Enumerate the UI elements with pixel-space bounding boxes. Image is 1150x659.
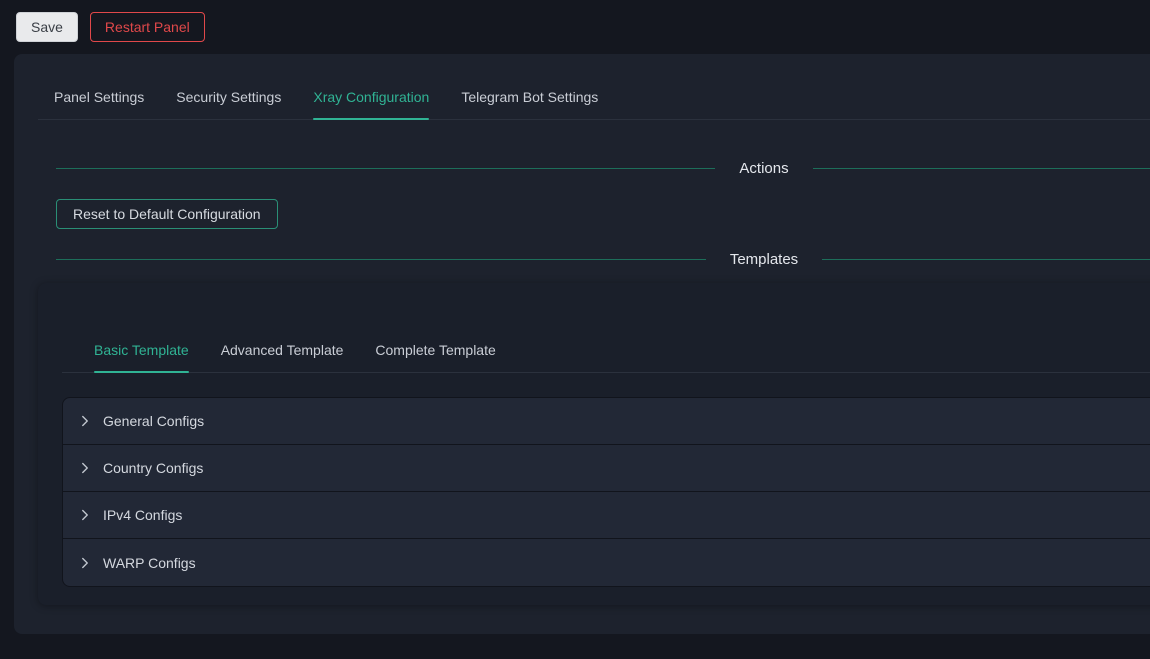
restart-panel-button[interactable]: Restart Panel — [90, 12, 205, 42]
chevron-right-icon — [79, 509, 91, 521]
collapse-item-label: Country Configs — [103, 460, 203, 476]
tab-advanced-template[interactable]: Advanced Template — [221, 327, 344, 372]
reset-default-config-button[interactable]: Reset to Default Configuration — [56, 199, 278, 229]
collapse-warp-configs[interactable]: WARP Configs — [63, 539, 1150, 586]
collapse-general-configs[interactable]: General Configs — [63, 398, 1150, 445]
tab-basic-template[interactable]: Basic Template — [94, 327, 189, 372]
collapse-ipv4-configs[interactable]: IPv4 Configs — [63, 492, 1150, 539]
collapse-item-label: IPv4 Configs — [103, 507, 182, 523]
tab-telegram-bot-settings[interactable]: Telegram Bot Settings — [461, 74, 598, 119]
tab-complete-template[interactable]: Complete Template — [375, 327, 495, 372]
chevron-right-icon — [79, 557, 91, 569]
template-tabs: Basic Template Advanced Template Complet… — [62, 327, 1150, 373]
tab-xray-configuration[interactable]: Xray Configuration — [313, 74, 429, 119]
templates-divider: Templates — [56, 251, 1150, 268]
tab-panel-settings[interactable]: Panel Settings — [54, 74, 144, 119]
top-toolbar: Save Restart Panel — [0, 0, 1150, 54]
templates-divider-label: Templates — [706, 251, 822, 268]
actions-divider-label: Actions — [715, 160, 812, 177]
config-collapse-list: General Configs Country Configs IPv4 Con… — [62, 397, 1150, 587]
chevron-right-icon — [79, 415, 91, 427]
chevron-right-icon — [79, 462, 91, 474]
main-tabs: Panel Settings Security Settings Xray Co… — [38, 74, 1150, 120]
actions-divider: Actions — [56, 160, 1150, 177]
tab-security-settings[interactable]: Security Settings — [176, 74, 281, 119]
collapse-item-label: General Configs — [103, 413, 204, 429]
settings-card: Panel Settings Security Settings Xray Co… — [14, 54, 1150, 634]
collapse-item-label: WARP Configs — [103, 555, 196, 571]
collapse-country-configs[interactable]: Country Configs — [63, 445, 1150, 492]
save-button[interactable]: Save — [16, 12, 78, 42]
templates-card: Basic Template Advanced Template Complet… — [38, 283, 1150, 605]
